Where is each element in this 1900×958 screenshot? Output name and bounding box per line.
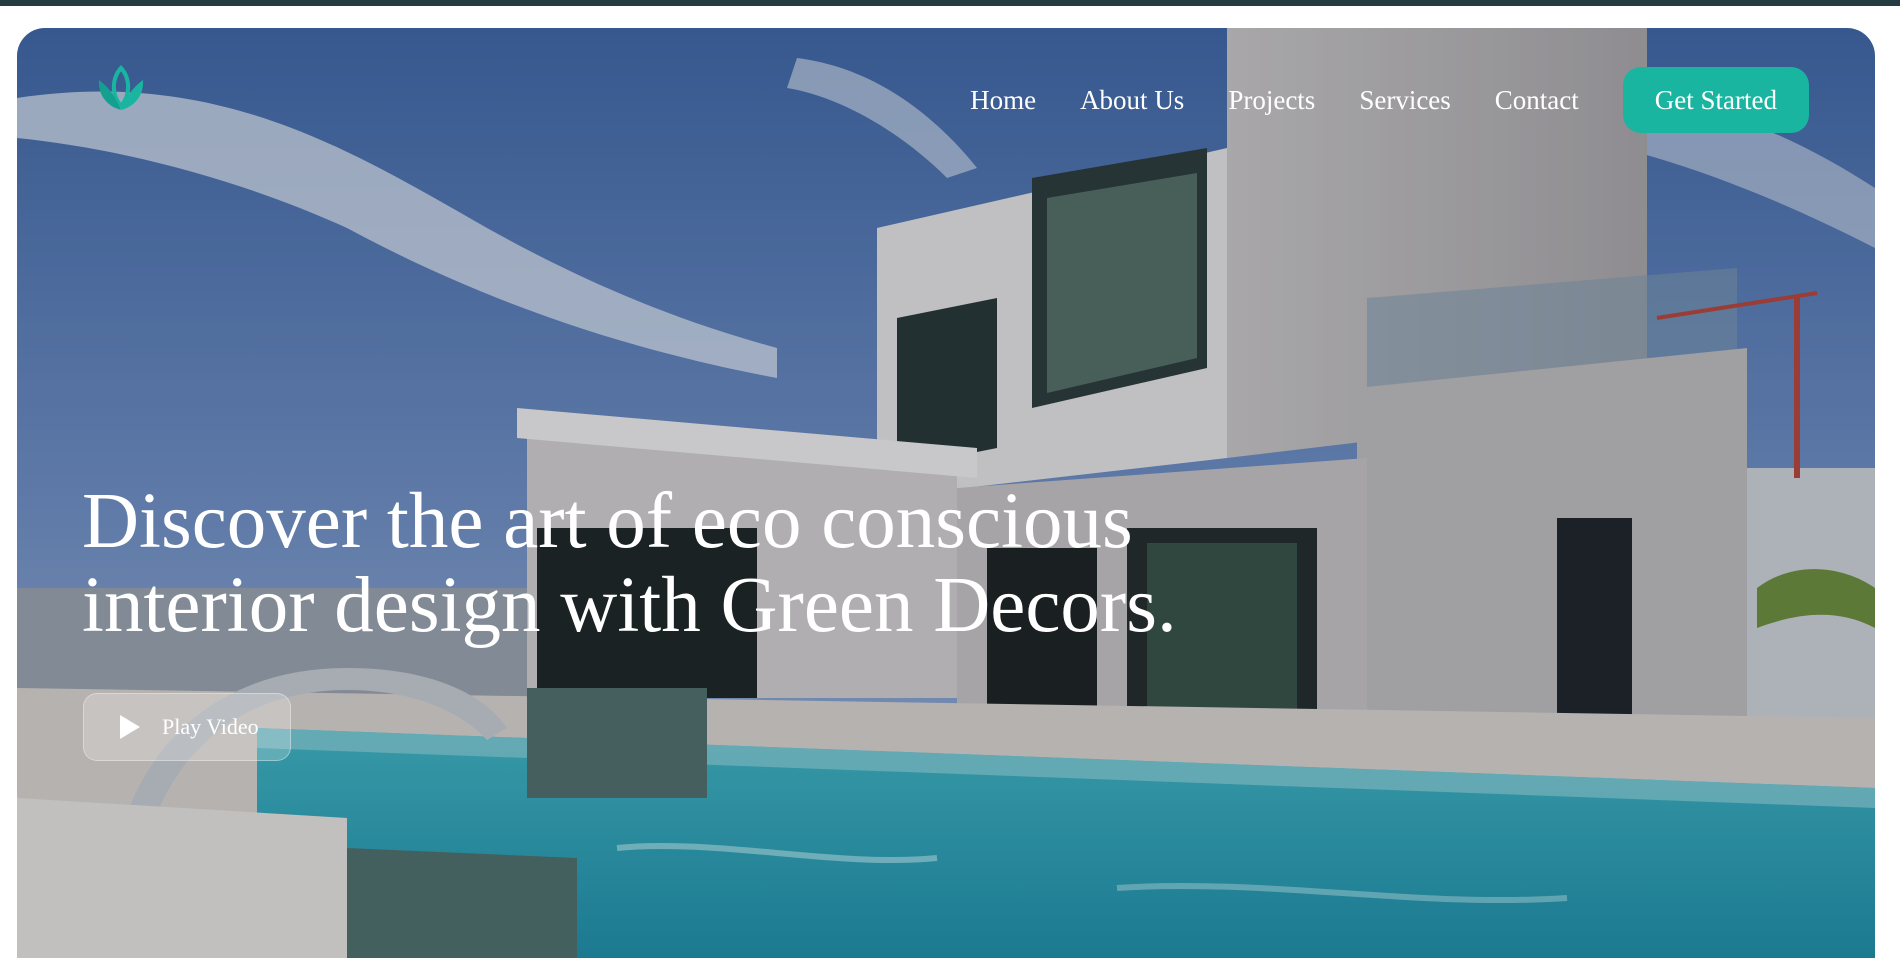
nav-link-home[interactable]: Home bbox=[970, 85, 1036, 116]
nav-link-services[interactable]: Services bbox=[1359, 85, 1450, 116]
nav-link-about-us[interactable]: About Us bbox=[1080, 85, 1184, 116]
play-video-button[interactable]: Play Video bbox=[83, 693, 291, 761]
main-nav: Home About Us Projects Services Contact … bbox=[926, 67, 1809, 133]
lotus-leaf-icon[interactable] bbox=[90, 60, 152, 122]
top-strip bbox=[0, 0, 1900, 6]
hero-headline-line2: interior design with Green Decors. bbox=[82, 562, 1177, 649]
play-video-label: Play Video bbox=[162, 714, 259, 739]
hero-section: Home About Us Projects Services Contact … bbox=[17, 28, 1875, 958]
nav-link-projects[interactable]: Projects bbox=[1228, 85, 1315, 116]
nav-link-contact[interactable]: Contact bbox=[1495, 85, 1579, 116]
hero-headline-line1: Discover the art of eco conscious bbox=[82, 478, 1133, 565]
hero-headline: Discover the art of eco conscious interi… bbox=[82, 480, 1382, 648]
get-started-button[interactable]: Get Started bbox=[1622, 67, 1809, 133]
play-icon bbox=[120, 715, 140, 739]
